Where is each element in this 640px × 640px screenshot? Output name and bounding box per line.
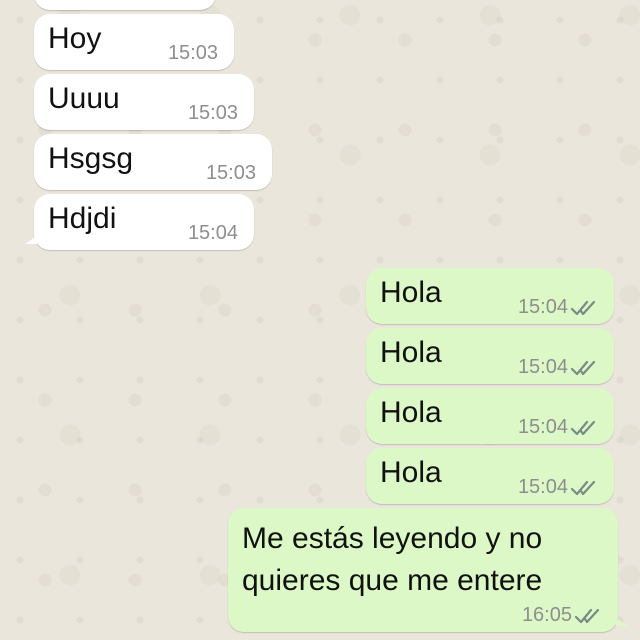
message-text: Hola (380, 456, 442, 489)
bubble-tail (25, 236, 37, 244)
double-check-icon (570, 360, 596, 376)
outgoing-message[interactable]: Me estás leyendo y no quieres que me ent… (228, 508, 628, 632)
message-text: Hola (380, 396, 442, 429)
outgoing-message[interactable]: Hola 15:04 (366, 388, 614, 444)
message-time: 15:04 (187, 222, 238, 244)
message-time: 15:03 (167, 42, 218, 64)
message-bubble-partial[interactable] (34, 0, 216, 10)
message-text: Me estás leyendo y no quieres que me ent… (242, 522, 543, 597)
message-time: 15:04 (517, 356, 568, 378)
incoming-message[interactable]: Hdjdi 15:04 (25, 194, 254, 250)
message-time: 15:03 (187, 102, 238, 124)
message-time: 15:04 (517, 296, 568, 318)
message-text: Uuuu (48, 82, 120, 115)
outgoing-message[interactable]: Hola 15:04 (366, 268, 614, 324)
outgoing-message[interactable]: Hola 15:04 (366, 328, 614, 384)
double-check-icon (574, 608, 600, 624)
incoming-message[interactable]: Uuuu 15:03 (34, 74, 254, 130)
incoming-message[interactable]: Hoy 15:03 (34, 14, 234, 70)
double-check-icon (570, 420, 596, 436)
message-time: 16:05 (521, 604, 572, 626)
message-time: 15:03 (205, 162, 256, 184)
message-text: Hola (380, 336, 442, 369)
double-check-icon (570, 300, 596, 316)
message-text: Hola (380, 276, 442, 309)
message-text: Hsgsg (48, 142, 134, 175)
message-text: Hoy (48, 22, 102, 55)
outgoing-message[interactable]: Hola 15:04 (366, 448, 614, 504)
message-time: 15:04 (517, 476, 568, 498)
incoming-message[interactable]: Hsgsg 15:03 (34, 134, 272, 190)
bubble-tail (616, 618, 628, 626)
message-time: 15:04 (517, 416, 568, 438)
message-text: Hdjdi (48, 202, 117, 235)
double-check-icon (570, 480, 596, 496)
